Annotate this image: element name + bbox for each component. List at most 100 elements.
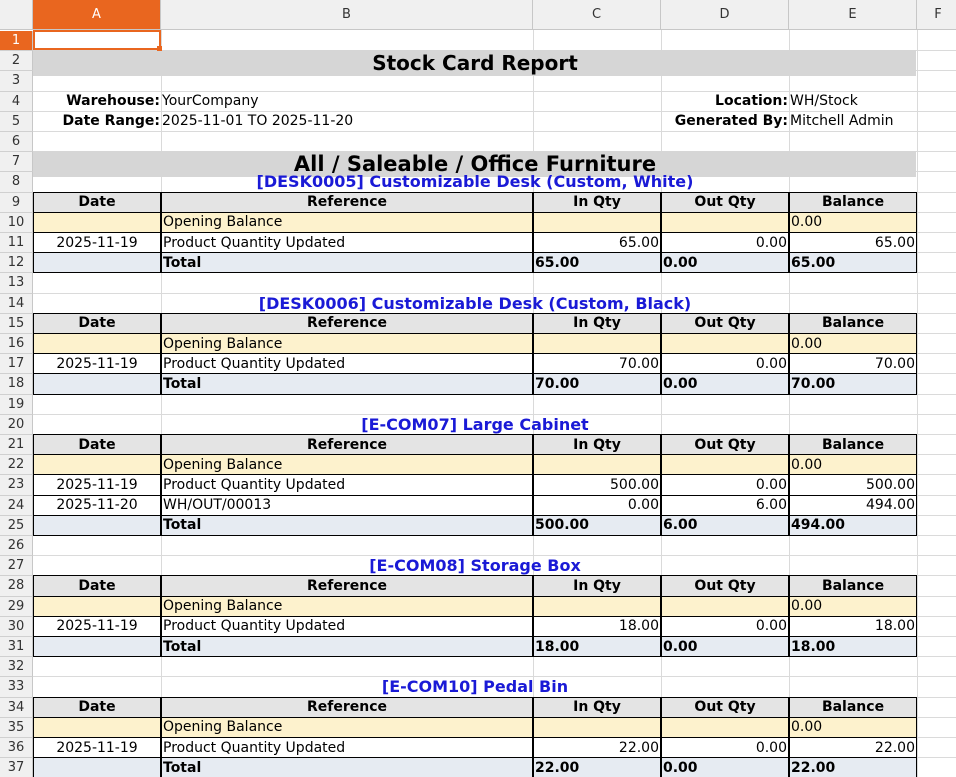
row-header-1[interactable]: 1 xyxy=(0,31,33,52)
table-header-balance[interactable]: Balance xyxy=(789,191,917,213)
total-in-qty[interactable]: 18.00 xyxy=(533,636,661,658)
move-in-qty[interactable]: 500.00 xyxy=(533,474,661,496)
column-header-d[interactable]: D xyxy=(661,0,789,30)
total-out-qty[interactable]: 0.00 xyxy=(661,757,789,777)
opening-balance-value[interactable]: 0.00 xyxy=(789,595,917,617)
total-balance[interactable]: 65.00 xyxy=(789,252,917,274)
move-balance[interactable]: 70.00 xyxy=(789,353,917,375)
row-header-24[interactable]: 24 xyxy=(0,495,33,516)
total-date-cell[interactable] xyxy=(33,373,161,395)
row-header-31[interactable]: 31 xyxy=(0,637,33,658)
table-header-balance[interactable]: Balance xyxy=(789,312,917,334)
active-cell-cursor[interactable] xyxy=(33,30,161,50)
opening-out-cell[interactable] xyxy=(661,454,789,476)
total-label[interactable]: Total xyxy=(161,373,533,395)
move-reference[interactable]: Product Quantity Updated xyxy=(161,737,533,759)
product-heading[interactable]: [DESK0006] Customizable Desk (Custom, Bl… xyxy=(33,293,917,314)
move-out-qty[interactable]: 0.00 xyxy=(661,232,789,254)
table-header-in-qty[interactable]: In Qty xyxy=(533,575,661,597)
column-header-c[interactable]: C xyxy=(533,0,661,30)
move-reference[interactable]: Product Quantity Updated xyxy=(161,353,533,375)
row-header-30[interactable]: 30 xyxy=(0,616,33,637)
opening-balance-value[interactable]: 0.00 xyxy=(789,454,917,476)
total-in-qty[interactable]: 70.00 xyxy=(533,373,661,395)
opening-out-cell[interactable] xyxy=(661,716,789,738)
row-header-5[interactable]: 5 xyxy=(0,111,33,132)
row-header-27[interactable]: 27 xyxy=(0,556,33,577)
move-balance[interactable]: 22.00 xyxy=(789,737,917,759)
product-heading[interactable]: [E-COM08] Storage Box xyxy=(33,555,917,576)
opening-balance-label[interactable]: Opening Balance xyxy=(161,454,533,476)
total-date-cell[interactable] xyxy=(33,636,161,658)
total-out-qty[interactable]: 0.00 xyxy=(661,373,789,395)
column-header-a[interactable]: A xyxy=(33,0,161,30)
total-balance[interactable]: 70.00 xyxy=(789,373,917,395)
move-in-qty[interactable]: 18.00 xyxy=(533,615,661,637)
column-header-e[interactable]: E xyxy=(789,0,917,30)
table-header-reference[interactable]: Reference xyxy=(161,696,533,718)
opening-in-cell[interactable] xyxy=(533,454,661,476)
generated-by-label[interactable]: Generated By: xyxy=(661,111,789,132)
row-header-12[interactable]: 12 xyxy=(0,253,33,274)
row-header-16[interactable]: 16 xyxy=(0,334,33,355)
row-header-2[interactable]: 2 xyxy=(0,51,33,72)
table-header-reference[interactable]: Reference xyxy=(161,575,533,597)
total-in-qty[interactable]: 65.00 xyxy=(533,252,661,274)
move-out-qty[interactable]: 0.00 xyxy=(661,615,789,637)
product-heading[interactable]: [E-COM07] Large Cabinet xyxy=(33,414,917,435)
table-header-out-qty[interactable]: Out Qty xyxy=(661,191,789,213)
row-header-11[interactable]: 11 xyxy=(0,233,33,254)
report-title[interactable]: Stock Card Report xyxy=(33,50,917,76)
total-balance[interactable]: 494.00 xyxy=(789,514,917,536)
move-in-qty[interactable]: 0.00 xyxy=(533,494,661,516)
move-reference[interactable]: Product Quantity Updated xyxy=(161,474,533,496)
table-header-balance[interactable]: Balance xyxy=(789,434,917,456)
total-in-qty[interactable]: 22.00 xyxy=(533,757,661,777)
row-header-26[interactable]: 26 xyxy=(0,536,33,557)
date-range-value[interactable]: 2025-11-01 TO 2025-11-20 xyxy=(161,111,533,132)
row-header-17[interactable]: 17 xyxy=(0,354,33,375)
row-header-35[interactable]: 35 xyxy=(0,717,33,738)
total-out-qty[interactable]: 6.00 xyxy=(661,514,789,536)
move-date[interactable]: 2025-11-19 xyxy=(33,737,161,759)
opening-balance-value[interactable]: 0.00 xyxy=(789,333,917,355)
total-label[interactable]: Total xyxy=(161,252,533,274)
row-header-15[interactable]: 15 xyxy=(0,313,33,334)
row-header-28[interactable]: 28 xyxy=(0,576,33,597)
warehouse-value[interactable]: YourCompany xyxy=(161,91,533,112)
opening-balance-label[interactable]: Opening Balance xyxy=(161,333,533,355)
product-heading[interactable]: [DESK0005] Customizable Desk (Custom, Wh… xyxy=(33,171,917,192)
table-header-balance[interactable]: Balance xyxy=(789,696,917,718)
row-header-33[interactable]: 33 xyxy=(0,677,33,698)
date-range-label[interactable]: Date Range: xyxy=(33,111,161,132)
row-header-3[interactable]: 3 xyxy=(0,71,33,92)
total-label[interactable]: Total xyxy=(161,757,533,777)
row-header-8[interactable]: 8 xyxy=(0,172,33,193)
move-date[interactable]: 2025-11-19 xyxy=(33,474,161,496)
warehouse-label[interactable]: Warehouse: xyxy=(33,91,161,112)
opening-balance-label[interactable]: Opening Balance xyxy=(161,211,533,233)
table-header-date[interactable]: Date xyxy=(33,312,161,334)
table-header-out-qty[interactable]: Out Qty xyxy=(661,312,789,334)
row-header-37[interactable]: 37 xyxy=(0,758,33,777)
opening-out-cell[interactable] xyxy=(661,333,789,355)
table-header-date[interactable]: Date xyxy=(33,696,161,718)
opening-in-cell[interactable] xyxy=(533,595,661,617)
opening-in-cell[interactable] xyxy=(533,716,661,738)
table-header-in-qty[interactable]: In Qty xyxy=(533,434,661,456)
move-out-qty[interactable]: 0.00 xyxy=(661,353,789,375)
row-header-4[interactable]: 4 xyxy=(0,91,33,112)
move-balance[interactable]: 494.00 xyxy=(789,494,917,516)
row-header-34[interactable]: 34 xyxy=(0,697,33,718)
spreadsheet-grid[interactable]: A B C D E F 1 2 3 4 5 6 7 8 9 10 11 12 13 14 15 16 17 18 19 20 21 2… xyxy=(0,0,956,777)
table-header-date[interactable]: Date xyxy=(33,434,161,456)
move-out-qty[interactable]: 6.00 xyxy=(661,494,789,516)
total-balance[interactable]: 22.00 xyxy=(789,757,917,777)
move-balance[interactable]: 500.00 xyxy=(789,474,917,496)
row-header-18[interactable]: 18 xyxy=(0,374,33,395)
table-header-reference[interactable]: Reference xyxy=(161,312,533,334)
row-header-23[interactable]: 23 xyxy=(0,475,33,496)
total-date-cell[interactable] xyxy=(33,252,161,274)
table-header-in-qty[interactable]: In Qty xyxy=(533,696,661,718)
move-reference[interactable]: Product Quantity Updated xyxy=(161,232,533,254)
